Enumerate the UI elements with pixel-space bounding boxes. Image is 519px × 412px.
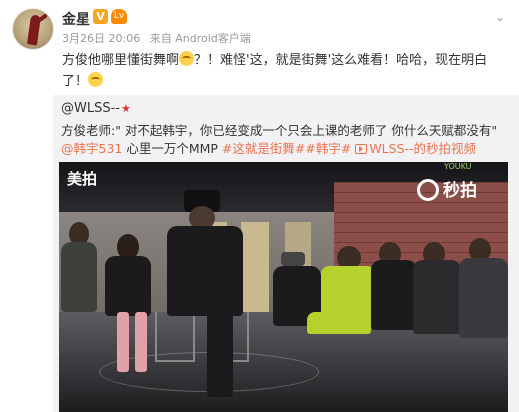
repost-text-part2: 心里一万个MMP [122, 141, 222, 156]
miaopai-logo-icon [417, 179, 439, 201]
video-person [167, 226, 243, 316]
miaopai-watermark: 秒拍 [417, 176, 477, 201]
video-person [61, 242, 97, 312]
repost-text: 方俊老师:" 对不起韩宇，你已经变成一个只会上课的老师了 你什么天赋都没有" @… [61, 122, 513, 158]
video-chair [155, 312, 195, 362]
weibo-post: 金星 V Lv ⌄ 3月26日 20:06 来自 Android客户端 方俊他哪… [0, 0, 519, 412]
video-link-label: WLSS--的秒拍视频 [369, 141, 477, 156]
video-link-icon [355, 144, 368, 154]
post-meta: 3月26日 20:06 来自 Android客户端 [62, 30, 257, 46]
repost-header: @WLSS--★ [61, 101, 131, 116]
star-icon: ★ [120, 102, 131, 115]
repost-text-part1: 方俊老师:" 对不起韩宇，你已经变成一个只会上课的老师了 你什么天赋都没有" [61, 123, 498, 138]
miaopai-label: 秒拍 [443, 181, 477, 201]
mention-link[interactable]: @韩宇531 [61, 141, 122, 156]
video-wall-panel [241, 222, 269, 317]
video-person [105, 256, 151, 316]
video-person-legs [307, 312, 371, 334]
video-person-legs [207, 312, 233, 397]
video-person-legs [135, 312, 147, 372]
chevron-down-icon[interactable]: ⌄ [495, 10, 505, 24]
video-person-hat [281, 252, 305, 266]
avatar[interactable] [12, 8, 54, 50]
post-timestamp[interactable]: 3月26日 20:06 [62, 32, 140, 45]
video-person [371, 260, 417, 330]
repost-username[interactable]: @WLSS-- [61, 101, 120, 116]
video-person-legs [117, 312, 129, 372]
meipai-watermark: 美拍 [67, 170, 98, 188]
video-person [413, 260, 461, 334]
post-text-part1: 方俊他哪里懂街舞啊 [62, 53, 180, 68]
reposted-content[interactable]: @WLSS--★ 方俊老师:" 对不起韩宇，你已经变成一个只会上课的老师了 你什… [53, 95, 519, 412]
youku-watermark: YOUKU [444, 162, 472, 171]
flushed-emoji-icon [179, 51, 195, 66]
verified-badge-icon: V [93, 9, 108, 24]
video-thumbnail[interactable]: 美拍 YOUKU 秒拍 [59, 162, 508, 412]
hashtag-link-2[interactable]: #韩宇# [305, 141, 351, 156]
video-link[interactable]: WLSS--的秒拍视频 [355, 141, 476, 156]
smirk-emoji-icon [88, 72, 104, 87]
post-source: 来自 Android客户端 [149, 32, 251, 45]
post-text: 方俊他哪里懂街舞啊 ？！难怪'这，就是街舞'这么难看！哈哈，现在明白了！ [62, 50, 506, 92]
level-badge-icon: Lv [111, 9, 127, 24]
author-name[interactable]: 金星 [62, 9, 90, 29]
video-person [459, 258, 508, 338]
hashtag-link-1[interactable]: #这就是街舞# [222, 141, 305, 156]
